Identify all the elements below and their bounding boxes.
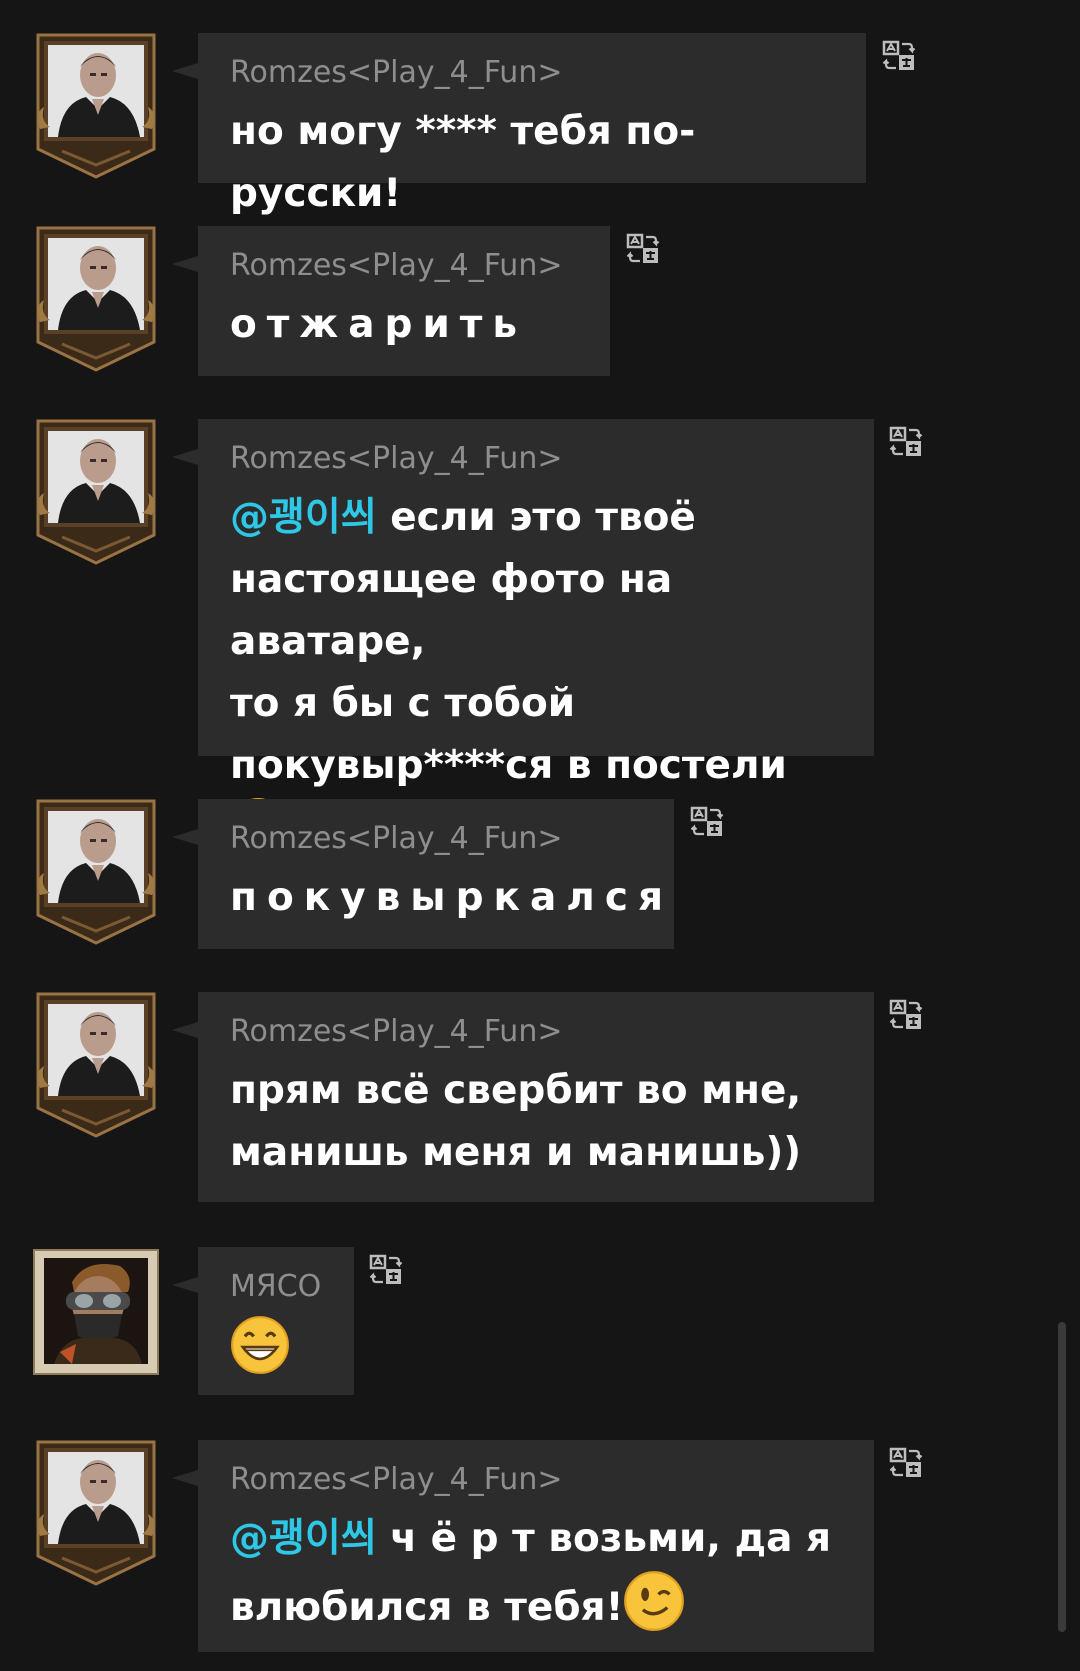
- user-avatar[interactable]: [32, 992, 160, 1138]
- message-bubble: Romzes<Play_4_Fun> покувыркался: [172, 799, 674, 949]
- translate-icon[interactable]: [882, 39, 916, 73]
- winking-face-emoji: [623, 1570, 685, 1651]
- message-bubble: Romzes<Play_4_Fun> @괭이씌 ч ё р т возьми, …: [172, 1440, 874, 1652]
- message-text: [230, 1315, 322, 1394]
- message-author: Romzes<Play_4_Fun>: [230, 1462, 563, 1497]
- message-body: прям всё свербит во мне, манишь меня и м…: [230, 1068, 802, 1175]
- message-author: Romzes<Play_4_Fun>: [230, 821, 563, 856]
- mention-link[interactable]: @괭이씌: [230, 495, 377, 540]
- message-bubble: Romzes<Play_4_Fun> @괭이씌 если это твоё на…: [172, 419, 874, 853]
- message-text: но могу **** тебя по-русски!: [230, 101, 834, 225]
- message-bubble: Romzes<Play_4_Fun> прям всё свербит во м…: [172, 992, 874, 1202]
- user-avatar[interactable]: [32, 799, 160, 945]
- message-bubble: МЯСО: [172, 1247, 354, 1395]
- message-author: Romzes<Play_4_Fun>: [230, 55, 563, 90]
- message-author: Romzes<Play_4_Fun>: [230, 441, 563, 476]
- message-text: прям всё свербит во мне, манишь меня и м…: [230, 1060, 842, 1184]
- message-author: МЯСО: [230, 1269, 322, 1304]
- message-body: отжарить: [230, 302, 528, 347]
- translate-icon[interactable]: [889, 425, 923, 459]
- message-author: Romzes<Play_4_Fun>: [230, 248, 563, 283]
- message-author: Romzes<Play_4_Fun>: [230, 1014, 563, 1049]
- chat-list: Romzes<Play_4_Fun> но могу **** тебя по-…: [0, 0, 1080, 1671]
- message-text: покувыркался: [230, 867, 663, 929]
- translate-icon[interactable]: [889, 1446, 923, 1480]
- message-bubble: Romzes<Play_4_Fun> отжарить: [172, 226, 610, 376]
- user-avatar[interactable]: [32, 1440, 160, 1586]
- translate-icon[interactable]: [690, 805, 724, 839]
- mention-link[interactable]: @괭이씌: [230, 1516, 377, 1561]
- message-body: но могу **** тебя по-русски!: [230, 109, 696, 216]
- message-text: @괭이씌 ч ё р т возьми, да я влюбился в теб…: [230, 1508, 842, 1651]
- message-bubble: Romzes<Play_4_Fun> но могу **** тебя по-…: [172, 33, 866, 216]
- message-body: покувыркался: [230, 875, 674, 920]
- translate-icon[interactable]: [889, 998, 923, 1032]
- translate-icon[interactable]: [626, 232, 660, 266]
- translate-icon[interactable]: [369, 1253, 403, 1287]
- user-avatar[interactable]: [32, 1247, 160, 1393]
- user-avatar[interactable]: [32, 226, 160, 372]
- user-avatar[interactable]: [32, 33, 160, 179]
- grinning-face-emoji: [230, 1315, 290, 1394]
- message-text: отжарить: [230, 294, 578, 356]
- user-avatar[interactable]: [32, 419, 160, 565]
- scrollbar[interactable]: [1058, 1322, 1066, 1632]
